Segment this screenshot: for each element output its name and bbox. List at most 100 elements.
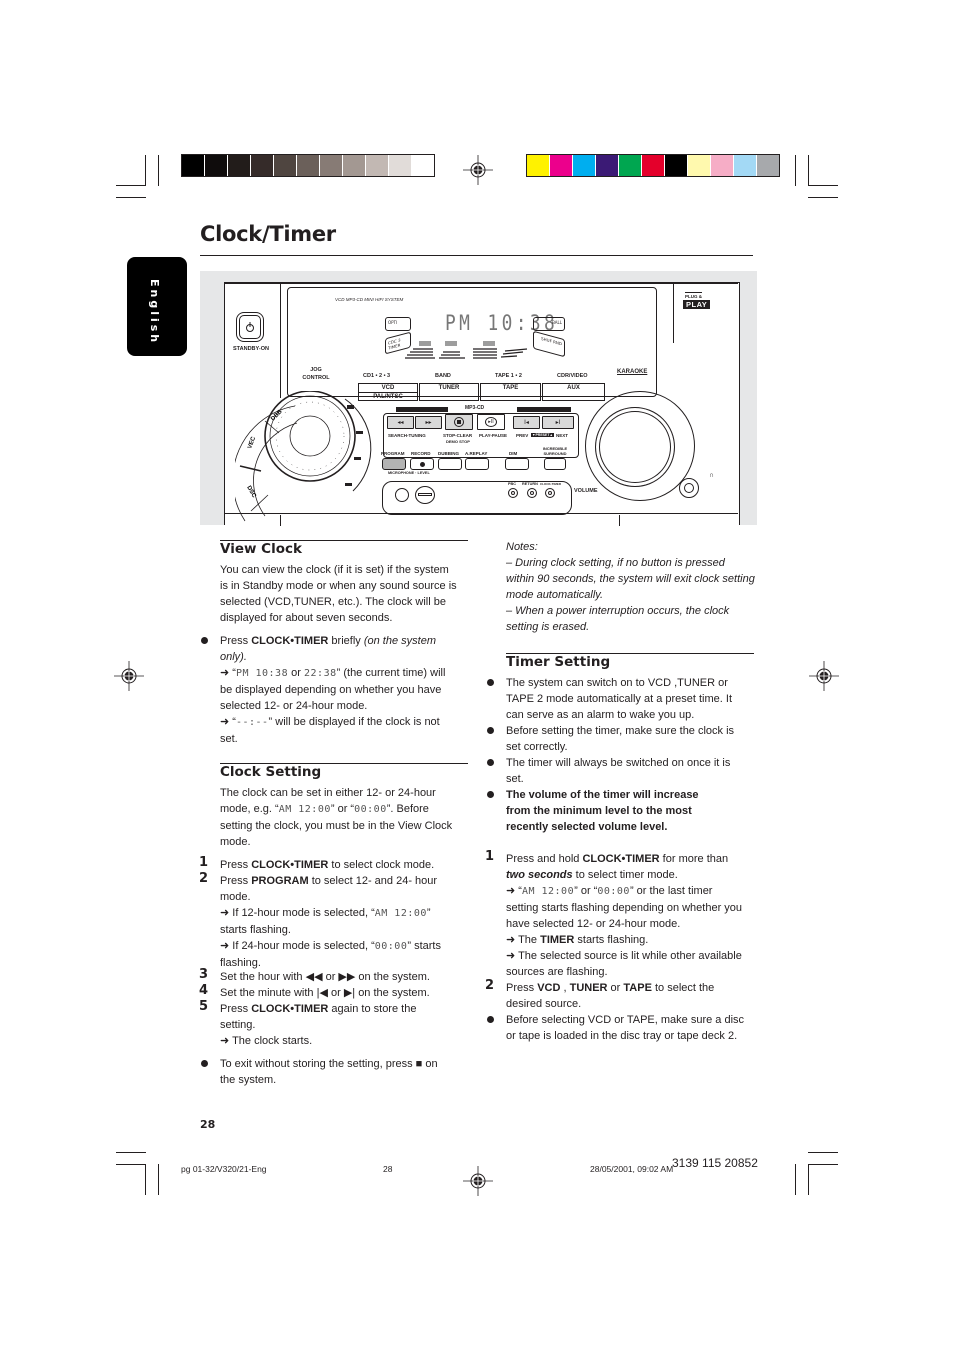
clock-step-5: Press CLOCK•TIMER again to store the set…	[220, 1003, 417, 1047]
clock-setting-heading: Clock Setting	[220, 764, 322, 780]
karaoke-logo: KARAOKE	[617, 369, 648, 375]
color-swatch	[550, 155, 572, 176]
page-number: 28	[200, 1118, 216, 1131]
timer-volume-warning: The volume of the timer will increase fr…	[506, 789, 699, 833]
color-swatch	[757, 155, 779, 176]
source-button-aux[interactable]: AUX	[542, 383, 605, 401]
areplay-label: A.REPLAY	[465, 451, 488, 456]
crop-mark	[116, 185, 146, 186]
crop-mark	[158, 155, 159, 186]
plug-and-play-logo: PLAY	[683, 300, 711, 309]
grayscale-swatch	[205, 155, 227, 176]
bullet	[487, 791, 494, 798]
source-top-label: CD1 • 2 • 3	[363, 373, 391, 379]
fast-forward-button[interactable]: ▸▸	[415, 416, 442, 429]
grayscale-swatch	[366, 155, 388, 176]
crop-mark	[795, 155, 796, 186]
record-button[interactable]	[410, 458, 434, 470]
play-pause-button[interactable]: ▸II	[477, 414, 505, 430]
timer-setting-heading: Timer Setting	[506, 654, 611, 670]
prev-label: PREV	[516, 433, 529, 438]
source-top-label: BAND	[435, 373, 451, 379]
microphone-level-label: MICROPHONE · LEVEL	[388, 471, 430, 475]
color-swatch	[527, 155, 549, 176]
color-calibration-bar	[526, 154, 780, 177]
album-bar	[396, 407, 448, 412]
plug-and-play-top: PLUG &	[685, 292, 703, 299]
title-bar	[517, 407, 571, 412]
language-tab-label: English	[148, 279, 161, 346]
timer-step-2: Press VCD , TUNER or TAPE to select the …	[506, 982, 715, 1010]
grayscale-swatch	[182, 155, 204, 176]
bullet	[201, 1060, 208, 1067]
areplay-button[interactable]	[465, 458, 489, 470]
dubbing-button[interactable]	[438, 458, 462, 470]
incredible-surround-label: INCREDIBLE SURROUND	[542, 446, 568, 456]
timer-bullet: The system can switch on to VCD ,TUNER o…	[506, 677, 733, 721]
grayscale-swatch	[389, 155, 411, 176]
crop-mark	[808, 185, 838, 186]
grayscale-swatch	[251, 155, 273, 176]
record-icon	[419, 461, 425, 467]
source-top-label: CDR/VIDEO	[557, 373, 588, 379]
dim-button[interactable]	[505, 458, 529, 470]
grayscale-calibration-bar	[181, 154, 435, 177]
jog-dial[interactable]: VEC DBB DSC	[235, 391, 385, 526]
registration-mark-icon	[463, 155, 493, 185]
mic-level-knob[interactable]	[415, 486, 435, 504]
search-tuning-label: SEARCH-TUNING	[388, 433, 426, 438]
crop-mark	[145, 155, 146, 186]
source-top-label: TAPE 1 • 2	[495, 373, 522, 379]
incredible-surround-button[interactable]	[544, 458, 566, 470]
demo-stop-label: DEMO STOP	[446, 439, 470, 444]
stop-icon	[454, 417, 464, 427]
footer-page: 28	[383, 1164, 393, 1174]
registration-mark-icon	[463, 1166, 493, 1196]
stop-button[interactable]	[445, 414, 473, 430]
dubbing-label: DUBBING	[438, 451, 459, 456]
lcd-indicator-opti: OPTI	[385, 317, 411, 331]
previous-button[interactable]: I◂	[513, 416, 540, 429]
step-number: 5	[199, 999, 209, 1014]
view-clock-heading: View Clock	[220, 541, 302, 557]
clock-step-2: Press PROGRAM to select 12- and 24- hour…	[220, 875, 441, 969]
standby-button[interactable]	[239, 315, 261, 339]
bullet	[201, 637, 208, 644]
return-label: RETURN	[522, 482, 538, 486]
color-swatch	[596, 155, 618, 176]
crop-mark	[116, 1152, 146, 1153]
color-swatch	[711, 155, 733, 176]
language-tab: English	[127, 257, 187, 356]
step-number: 1	[485, 849, 495, 864]
grayscale-swatch	[274, 155, 296, 176]
crop-mark	[795, 1164, 796, 1195]
return-button[interactable]	[527, 488, 537, 498]
registration-mark-icon	[809, 661, 839, 691]
grayscale-swatch	[343, 155, 365, 176]
grayscale-swatch	[320, 155, 342, 176]
next-button[interactable]: ▸I	[542, 416, 574, 429]
headphone-icon: ∩	[709, 472, 715, 479]
bullet	[487, 1016, 494, 1023]
clock-step-3: Set the hour with ◀◀ or ▶▶ on the system…	[220, 971, 430, 983]
color-swatch	[642, 155, 664, 176]
pbc-button[interactable]	[508, 488, 518, 498]
rewind-button[interactable]: ◂◂	[387, 416, 414, 429]
timer-bullet: The timer will always be switched on onc…	[506, 757, 731, 785]
source-button-tape[interactable]: TAPE	[480, 383, 541, 401]
model-name: VCD MP3-CD MINI HIFI SYSTEM	[335, 297, 404, 302]
microphone-jack[interactable]	[395, 488, 409, 502]
step-number: 1	[199, 855, 209, 870]
dsc-label: DSC	[245, 485, 257, 500]
bullet	[487, 727, 494, 734]
volume-knob[interactable]	[595, 407, 675, 487]
bullet	[487, 679, 494, 686]
view-clock-intro: You can view the clock (if it is set) if…	[220, 564, 457, 624]
crop-mark	[116, 197, 146, 198]
crop-mark	[808, 197, 838, 198]
clock-timer-button[interactable]	[545, 488, 555, 498]
color-swatch	[665, 155, 687, 176]
source-button-tuner[interactable]: TUNER	[419, 383, 479, 401]
headphone-jack[interactable]	[679, 478, 699, 498]
program-button[interactable]	[382, 458, 406, 470]
